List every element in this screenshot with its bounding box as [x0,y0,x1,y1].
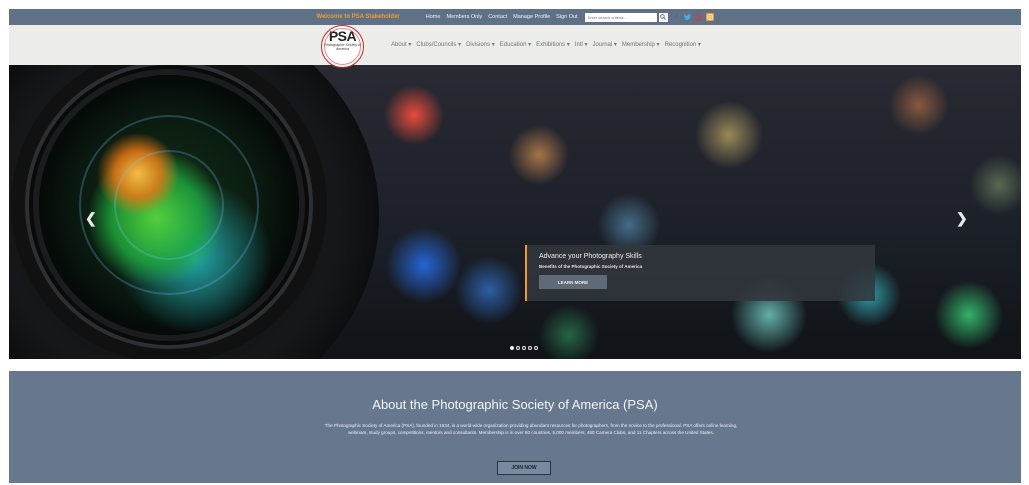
about-body: The Photographic Society of America (PSA… [324,423,738,435]
top-bar: Welcome to PSA Stakeholder Home Members … [9,9,1021,25]
search-icon [660,14,666,20]
menu-item-divisions[interactable]: Divisions ▾ [466,41,495,48]
search-box [584,12,668,22]
top-link-sign-out[interactable]: Sign Out [556,14,577,20]
menu-item-exhibitions[interactable]: Exhibitions ▾ [536,41,570,48]
menu-item-journal[interactable]: Journal ▾ [593,41,617,48]
social-links: f [673,13,714,21]
about-title: About the Photographic Society of Americ… [372,397,658,412]
caption-title: Advance your Photography Skills [539,253,642,260]
facebook-icon[interactable]: f [673,13,681,21]
caption-subtitle: Benefits of the Photographic Society of … [539,264,643,269]
menu-item-education[interactable]: Education ▾ [500,41,531,48]
menu-item-membership[interactable]: Membership ▾ [622,41,660,48]
learn-more-button[interactable]: LEARN MORE [539,275,607,289]
page-frame: Welcome to PSA Stakeholder Home Members … [9,9,1021,483]
carousel-dot[interactable] [522,346,526,350]
lens-ring [114,150,224,260]
top-link-home[interactable]: Home [426,14,441,20]
carousel-prev-icon[interactable]: ❮ [85,210,97,227]
menu-item-recognition[interactable]: Recognition ▾ [665,41,701,48]
carousel-indicators [510,346,538,350]
carousel-dot[interactable] [510,346,514,350]
menu-item-about[interactable]: About ▾ [391,41,411,48]
main-menu: About ▾ Clubs/Councils ▾ Divisions ▾ Edu… [391,41,701,48]
top-links: Home Members Only Contact Manage Profile… [426,14,578,20]
hero-caption: Advance your Photography Skills Benefits… [525,245,875,301]
carousel-dot[interactable] [516,346,520,350]
search-button[interactable] [658,12,668,22]
carousel-dot[interactable] [528,346,532,350]
menu-item-intl[interactable]: Intl ▾ [575,41,588,48]
search-input[interactable] [584,12,657,22]
about-section: About the Photographic Society of Americ… [9,371,1021,483]
welcome-text: Welcome to PSA Stakeholder [316,14,400,20]
menu-item-clubs-councils[interactable]: Clubs/Councils ▾ [416,41,461,48]
top-link-contact[interactable]: Contact [488,14,507,20]
twitter-icon[interactable] [684,13,692,21]
pinterest-icon[interactable] [695,13,703,21]
carousel-next-icon[interactable]: ❯ [956,210,968,227]
main-navbar: PSA Photographic Society of America Abou… [9,25,1021,68]
psa-logo[interactable]: PSA Photographic Society of America [321,25,364,68]
instagram-icon[interactable] [705,13,714,21]
join-now-button[interactable]: JOIN NOW [497,461,551,475]
top-link-members-only[interactable]: Members Only [446,14,482,20]
hero-carousel: ❮ ❯ Advance your Photography Skills Bene… [9,65,1021,359]
top-link-manage-profile[interactable]: Manage Profile [513,14,550,20]
carousel-dot[interactable] [534,346,538,350]
logo-ring [324,28,361,65]
